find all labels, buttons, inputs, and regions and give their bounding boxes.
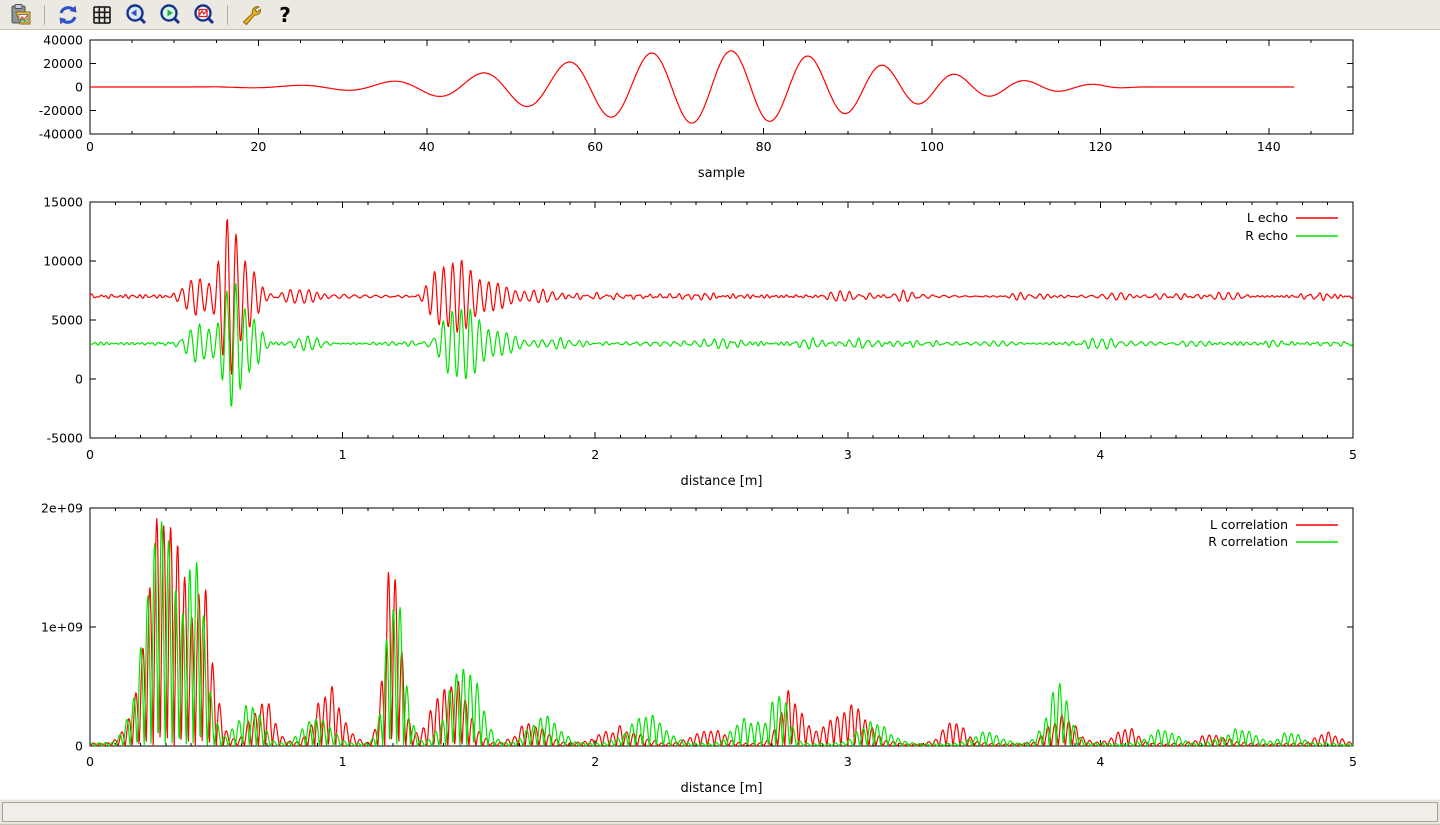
x-tick-label: 0	[86, 139, 94, 154]
y-tick-label: 1e+09	[41, 620, 83, 635]
x-tick-label: 120	[1088, 139, 1112, 154]
echo-chart: 012345-5000050001000015000distance [m]L …	[43, 195, 1357, 490]
clipboard-plot-icon	[9, 3, 33, 27]
x-axis-label: distance [m]	[680, 781, 762, 796]
y-tick-label: 0	[75, 739, 83, 754]
x-tick-label: 2	[591, 447, 599, 462]
y-tick-label: 0	[75, 372, 83, 387]
x-tick-label: 4	[1096, 754, 1104, 769]
pulse-chart: 0 20 40 60 80 100 120 140 -40000 -20000 0 20000 4000…	[39, 33, 1353, 182]
magnifier-plot-icon	[192, 3, 216, 27]
x-tick-label: 3	[844, 754, 852, 769]
x-tick-label: 0	[86, 754, 94, 769]
y-tick-label: -5000	[47, 431, 83, 446]
toggle-grid-button[interactable]	[88, 2, 116, 28]
x-tick-label: 20	[250, 139, 266, 154]
refresh-arrows-icon	[56, 3, 80, 27]
x-axis-label: distance [m]	[680, 474, 762, 489]
configure-button[interactable]	[237, 2, 265, 28]
magnifier-left-arrow-icon	[124, 3, 148, 27]
x-tick-label: 140	[1257, 139, 1281, 154]
toolbar-separator	[44, 5, 45, 25]
x-tick-label: 5	[1349, 754, 1357, 769]
x-tick-label: 5	[1349, 447, 1357, 462]
plot-area[interactable]	[90, 202, 1353, 438]
x-tick-label: 0	[86, 447, 94, 462]
plot-canvas[interactable]: 020406080100120140-40000-200000200004000…	[0, 31, 1440, 799]
y-tick-label: 40000	[43, 33, 83, 48]
legend-label: L correlation	[1210, 517, 1288, 532]
zoom-previous-button[interactable]	[122, 2, 150, 28]
y-tick-label: 5000	[51, 313, 83, 328]
x-tick-label: 80	[756, 139, 772, 154]
toolbar-separator	[227, 5, 228, 25]
y-tick-label: 10000	[43, 254, 83, 269]
y-tick-label: -40000	[39, 127, 83, 142]
y-tick-label: 2e+09	[41, 501, 83, 516]
y-tick-label: 20000	[43, 56, 83, 71]
svg-text:?: ?	[279, 3, 291, 27]
wrench-icon	[239, 3, 263, 27]
x-tick-label: 1	[339, 447, 347, 462]
x-tick-label: 40	[419, 139, 435, 154]
x-tick-label: 100	[920, 139, 944, 154]
x-tick-label: 3	[844, 447, 852, 462]
correlation-chart: 0 1 2 3 4 5 0 1e+09 2e+09 distance [m] L correlati…	[41, 501, 1357, 797]
copy-to-clipboard-button[interactable]	[7, 2, 35, 28]
help-button[interactable]: ?	[271, 2, 299, 28]
x-axis-label: sample	[698, 166, 745, 181]
zoom-next-button[interactable]	[156, 2, 184, 28]
plot-area[interactable]	[90, 508, 1353, 746]
question-mark-icon: ?	[273, 3, 297, 27]
toolbar: ?	[0, 0, 1440, 30]
magnifier-right-arrow-icon	[158, 3, 182, 27]
status-text	[2, 802, 1438, 822]
x-tick-label: 60	[587, 139, 603, 154]
x-tick-label: 2	[591, 754, 599, 769]
x-tick-label: 4	[1096, 447, 1104, 462]
x-tick-label: 1	[339, 754, 347, 769]
replot-button[interactable]	[54, 2, 82, 28]
y-tick-label: -20000	[39, 103, 83, 118]
y-tick-label: 0	[75, 80, 83, 95]
legend-label: L echo	[1247, 210, 1288, 225]
autoscale-button[interactable]	[190, 2, 218, 28]
gnuplot-window: ? 020406080100120140-40000-2000002000040…	[0, 0, 1440, 825]
plots-svg: 020406080100120140-40000-200000200004000…	[0, 31, 1440, 799]
legend-label: R echo	[1245, 228, 1288, 243]
grid-icon	[90, 3, 114, 27]
status-bar	[0, 799, 1440, 825]
y-tick-label: 15000	[43, 195, 83, 210]
legend-label: R correlation	[1208, 534, 1288, 549]
